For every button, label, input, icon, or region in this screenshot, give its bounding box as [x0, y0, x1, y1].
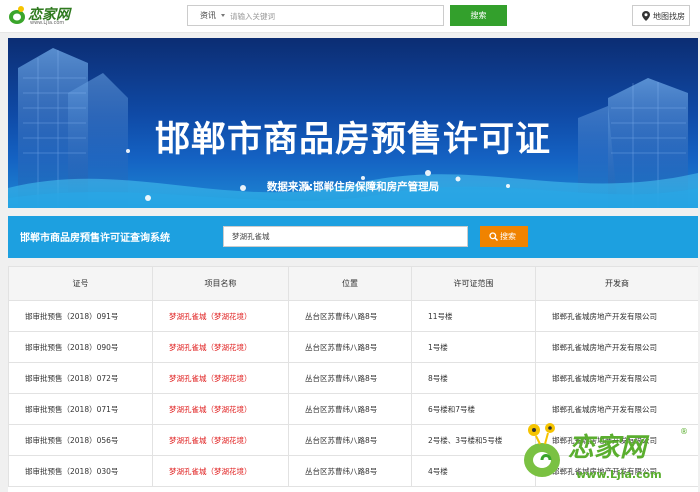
scope-cell: 1号楼: [411, 331, 536, 363]
hero-banner: 邯郸市商品房预售许可证 数据来源:邯郸住房保障和房产管理局: [8, 38, 698, 208]
column-header-scope: 许可证范围: [411, 266, 536, 301]
project-link[interactable]: 梦湖孔雀城（梦湖花境）: [152, 393, 289, 425]
location-cell: 丛台区苏曹纬八路8号: [288, 331, 412, 363]
scope-cell: 8号楼: [411, 362, 536, 394]
caret-down-icon[interactable]: [221, 14, 225, 17]
scope-cell: 11号楼: [411, 300, 536, 332]
table-row: 邯审批预售（2018）072号 梦湖孔雀城（梦湖花境） 丛台区苏曹纬八路8号 8…: [8, 362, 698, 394]
query-system-title: 邯郸市商品房预售许可证查询系统: [20, 233, 170, 244]
map-pin-icon: [642, 11, 650, 21]
logo-mark-icon: [9, 6, 25, 24]
query-input[interactable]: [223, 226, 468, 247]
watermark-text: 恋家网: [568, 433, 650, 463]
location-cell: 丛台区苏曹纬八路8号: [288, 300, 412, 332]
permit-no-cell: 邯审批预售（2018）091号: [8, 300, 153, 332]
scope-cell: 6号楼和7号楼: [411, 393, 536, 425]
location-cell: 丛台区苏曹纬八路8号: [288, 362, 412, 394]
location-cell: 丛台区苏曹纬八路8号: [288, 393, 412, 425]
permit-no-cell: 邯审批预售（2018）056号: [8, 424, 153, 456]
permit-no-cell: 邯审批预售（2018）071号: [8, 393, 153, 425]
query-bar: 邯郸市商品房预售许可证查询系统 搜索: [8, 216, 698, 258]
location-cell: 丛台区苏曹纬八路8号: [288, 455, 412, 487]
column-header-permit-no: 证号: [8, 266, 153, 301]
map-search-label: 地图找房: [653, 12, 685, 21]
watermark-registered: ®: [680, 427, 688, 436]
permit-no-cell: 邯审批预售（2018）090号: [8, 331, 153, 363]
watermark-logo: 恋家网 ® www.Ljia.com: [524, 423, 688, 481]
project-link[interactable]: 梦湖孔雀城（梦湖花境）: [152, 455, 289, 487]
query-search-label: 搜索: [500, 232, 516, 241]
permit-no-cell: 邯审批预售（2018）030号: [8, 455, 153, 487]
search-button[interactable]: 搜索: [450, 5, 507, 26]
site-logo[interactable]: 恋家网 www.Ljia.com: [8, 4, 80, 28]
search-input[interactable]: [230, 9, 430, 23]
project-link[interactable]: 梦湖孔雀城（梦湖花境）: [152, 331, 289, 363]
project-link[interactable]: 梦湖孔雀城（梦湖花境）: [152, 424, 289, 456]
project-link[interactable]: 梦湖孔雀城（梦湖花境）: [152, 362, 289, 394]
table-row: 邯审批预售（2018）091号 梦湖孔雀城（梦湖花境） 丛台区苏曹纬八路8号 1…: [8, 300, 698, 332]
logo-url: www.Ljia.com: [30, 20, 65, 26]
project-link[interactable]: 梦湖孔雀城（梦湖花境）: [152, 300, 289, 332]
developer-cell: 邯郸孔雀城房地产开发有限公司: [535, 362, 698, 394]
developer-cell: 邯郸孔雀城房地产开发有限公司: [535, 331, 698, 363]
table-header-row: 证号 项目名称 位置 许可证范围 开发商: [8, 266, 698, 301]
permit-no-cell: 邯审批预售（2018）072号: [8, 362, 153, 394]
banner-data-source: 数据来源:邯郸住房保障和房产管理局: [266, 181, 440, 193]
search-category-select[interactable]: 资讯: [200, 10, 216, 21]
developer-cell: 邯郸孔雀城房地产开发有限公司: [535, 300, 698, 332]
banner-title: 邯郸市商品房预售许可证: [154, 120, 551, 160]
query-search-button[interactable]: 搜索: [480, 226, 528, 247]
column-header-project: 项目名称: [152, 266, 289, 301]
watermark-url: www.Ljia.com: [576, 468, 662, 481]
scope-cell: 4号楼: [411, 455, 536, 487]
magnifier-icon: [489, 232, 498, 241]
table-row: 邯审批预售（2018）090号 梦湖孔雀城（梦湖花境） 丛台区苏曹纬八路8号 1…: [8, 331, 698, 363]
top-bar: 恋家网 www.Ljia.com 资讯 搜索 地图找房: [0, 0, 700, 33]
location-cell: 丛台区苏曹纬八路8号: [288, 424, 412, 456]
search-box: 资讯: [187, 5, 444, 26]
column-header-location: 位置: [288, 266, 412, 301]
scope-cell: 2号楼、3号楼和5号楼: [411, 424, 536, 456]
map-search-button[interactable]: 地图找房: [632, 5, 690, 26]
column-header-developer: 开发商: [535, 266, 698, 301]
